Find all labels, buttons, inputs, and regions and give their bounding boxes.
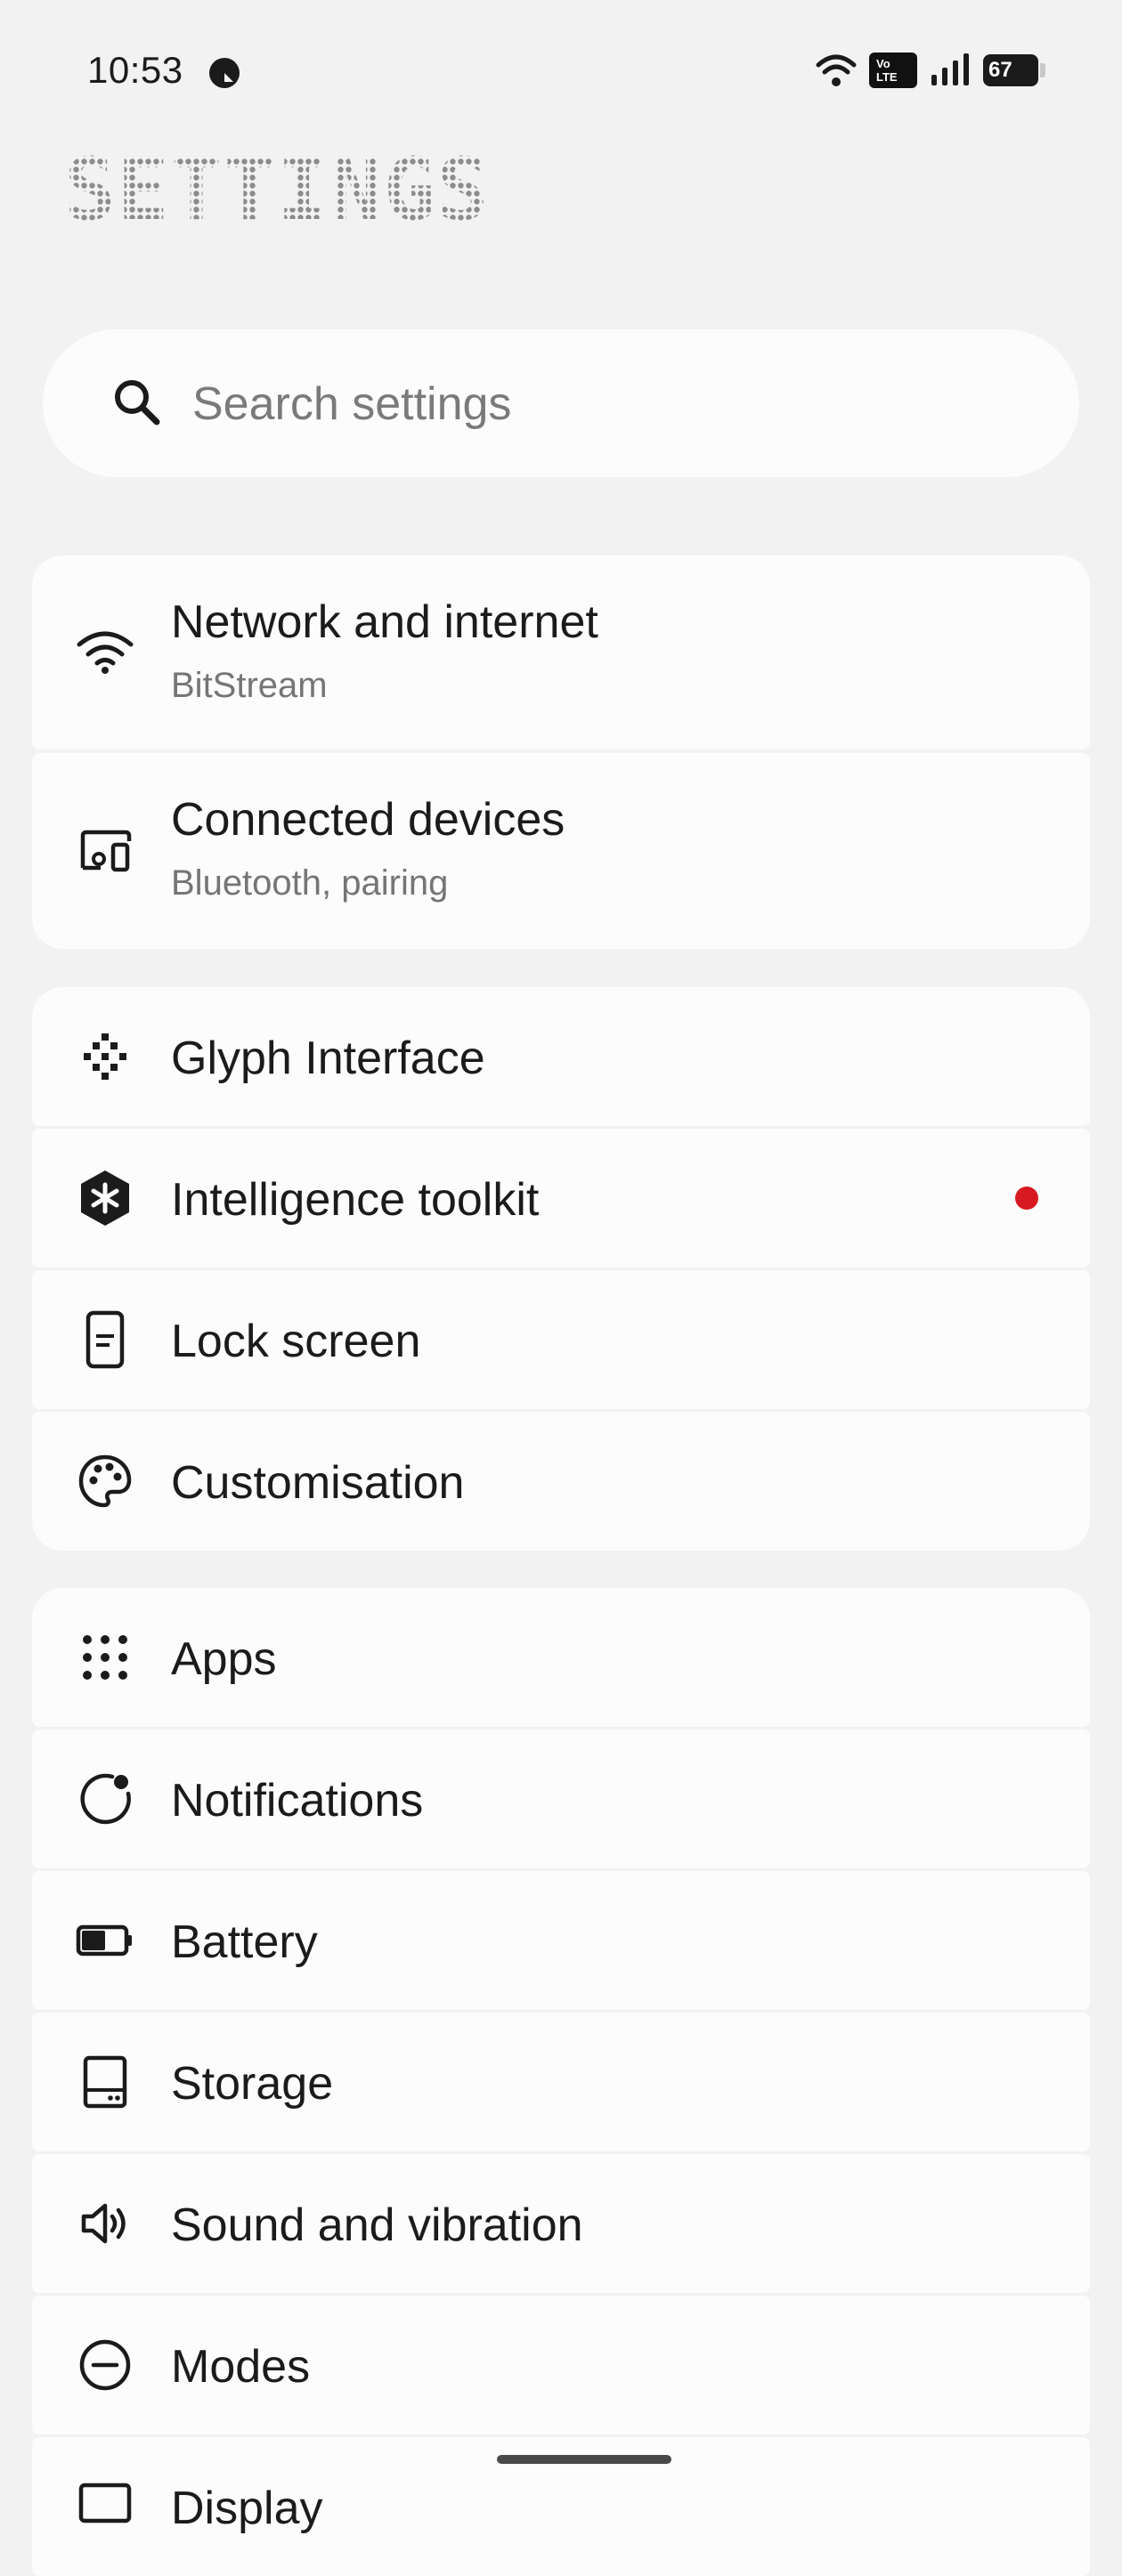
lock-screen-icon: [85, 1310, 125, 1369]
settings-item-glyph[interactable]: Glyph Interface: [32, 987, 1090, 1126]
settings-item-title: Display: [171, 2483, 323, 2534]
modes-icon: [79, 2339, 131, 2391]
display-icon: [78, 2483, 132, 2523]
status-indicators: Vo LTE 67: [816, 48, 1045, 93]
status-bar: 10:53 Vo LTE 67: [0, 0, 1122, 142]
search-input[interactable]: Search settings: [192, 377, 511, 431]
settings-item-subtitle: Bluetooth, pairing: [171, 863, 449, 903]
glyph-icon: [84, 1033, 126, 1080]
settings-item-connected-devices[interactable]: Connected devices Bluetooth, pairing: [32, 753, 1090, 949]
settings-item-modes[interactable]: Modes: [32, 2296, 1090, 2434]
settings-item-network[interactable]: Network and internet BitStream: [32, 555, 1090, 749]
do-not-disturb-icon: [209, 58, 240, 88]
battery-icon: [76, 1924, 132, 1956]
wifi-icon: [77, 631, 134, 674]
settings-item-apps[interactable]: Apps: [32, 1588, 1090, 1727]
settings-item-title: Network and internet: [171, 596, 598, 648]
settings-item-title: Modes: [171, 2341, 311, 2393]
signal-icon: [931, 53, 969, 85]
settings-item-title: Apps: [171, 1633, 277, 1685]
settings-item-battery[interactable]: Battery: [32, 1871, 1090, 2010]
settings-item-title: Connected devices: [171, 794, 565, 846]
settings-item-title: Customisation: [171, 1457, 465, 1509]
new-badge-dot: [1015, 1187, 1038, 1210]
settings-item-intelligence[interactable]: Intelligence toolkit: [32, 1129, 1090, 1268]
settings-item-sound[interactable]: Sound and vibration: [32, 2154, 1090, 2293]
settings-item-notifications[interactable]: Notifications: [32, 1729, 1090, 1868]
settings-item-storage[interactable]: Storage: [32, 2013, 1090, 2151]
svg-text:SETTINGS: SETTINGS: [64, 150, 490, 230]
palette-icon: [78, 1454, 132, 1508]
settings-item-customisation[interactable]: Customisation: [32, 1412, 1090, 1551]
settings-item-title: Notifications: [171, 1775, 424, 1827]
battery-status: 67: [983, 54, 1045, 86]
page-title: SETTINGS: [64, 150, 490, 230]
search-bar[interactable]: Search settings: [43, 329, 1079, 477]
storage-icon: [83, 2055, 127, 2109]
settings-item-lock-screen[interactable]: Lock screen: [32, 1270, 1090, 1409]
settings-item-title: Battery: [171, 1916, 318, 1968]
sound-icon: [81, 2203, 126, 2244]
settings-item-title: Sound and vibration: [171, 2199, 583, 2251]
wifi-status-icon: [816, 54, 857, 86]
status-time: 10:53: [87, 49, 183, 91]
notifications-icon: [80, 1773, 131, 1825]
volte-badge: Vo LTE: [869, 53, 917, 88]
settings-item-subtitle: BitStream: [171, 666, 328, 705]
settings-item-title: Intelligence toolkit: [171, 1174, 540, 1226]
settings-item-title: Glyph Interface: [171, 1033, 485, 1084]
search-icon: [115, 380, 160, 425]
settings-item-title: Lock screen: [171, 1316, 421, 1367]
settings-item-title: Storage: [171, 2058, 334, 2110]
apps-grid-icon: [83, 1635, 127, 1680]
intelligence-icon: [81, 1171, 129, 1226]
gesture-nav-handle[interactable]: [497, 2455, 671, 2464]
connected-devices-icon: [80, 830, 132, 872]
